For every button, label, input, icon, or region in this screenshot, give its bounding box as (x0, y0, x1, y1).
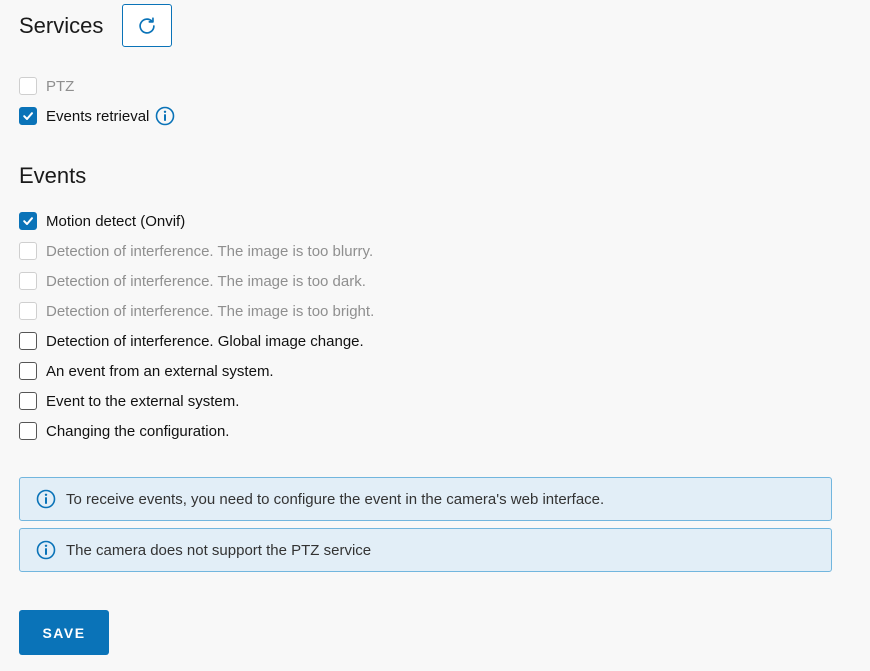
event-label: Changing the configuration. (46, 422, 230, 440)
event-checkbox[interactable] (19, 422, 37, 440)
service-events-retrieval-checkbox[interactable] (19, 107, 37, 125)
check-icon (23, 112, 33, 120)
event-row[interactable]: Detection of interference. The image is … (19, 240, 373, 262)
service-events-retrieval-row[interactable]: Events retrieval (19, 105, 175, 127)
event-label: Detection of interference. The image is … (46, 272, 366, 290)
event-checkbox[interactable] (19, 242, 37, 260)
event-checkbox[interactable] (19, 362, 37, 380)
event-checkbox[interactable] (19, 272, 37, 290)
event-row[interactable]: An event from an external system. (19, 360, 274, 382)
service-events-retrieval-label: Events retrieval (46, 107, 150, 125)
event-label: An event from an external system. (46, 362, 274, 380)
event-checkbox[interactable] (19, 332, 37, 350)
service-ptz-label: PTZ (46, 77, 75, 95)
event-label: Detection of interference. The image is … (46, 242, 374, 260)
event-label: Event to the external system. (46, 392, 240, 410)
event-label: Detection of interference. The image is … (46, 302, 375, 320)
service-ptz-row[interactable]: PTZ (19, 75, 74, 97)
event-row[interactable]: Changing the configuration. (19, 420, 229, 442)
check-icon (23, 217, 33, 225)
info-notice: The camera does not support the PTZ serv… (19, 528, 832, 572)
refresh-icon (136, 15, 158, 37)
save-button[interactable]: SAVE (19, 610, 109, 655)
event-row[interactable]: Detection of interference. Global image … (19, 330, 364, 352)
event-checkbox[interactable] (19, 212, 37, 230)
info-icon[interactable] (155, 106, 175, 126)
info-icon (36, 489, 56, 509)
page: Services PTZ Events retrieval Events Mot… (0, 0, 870, 671)
event-label: Motion detect (Onvif) (46, 212, 186, 230)
events-title: Events (19, 163, 87, 188)
event-row[interactable]: Event to the external system. (19, 390, 239, 412)
services-title: Services (19, 13, 104, 38)
refresh-button[interactable] (122, 4, 172, 47)
notice-text: The camera does not support the PTZ serv… (66, 541, 372, 559)
notice-text: To receive events, you need to configure… (66, 490, 605, 508)
event-row[interactable]: Motion detect (Onvif) (19, 210, 185, 232)
event-checkbox[interactable] (19, 302, 37, 320)
service-ptz-checkbox[interactable] (19, 77, 37, 95)
event-row[interactable]: Detection of interference. The image is … (19, 270, 366, 292)
event-label: Detection of interference. Global image … (46, 332, 364, 350)
info-notice: To receive events, you need to configure… (19, 477, 832, 521)
info-icon (36, 540, 56, 560)
event-checkbox[interactable] (19, 392, 37, 410)
event-row[interactable]: Detection of interference. The image is … (19, 300, 374, 322)
